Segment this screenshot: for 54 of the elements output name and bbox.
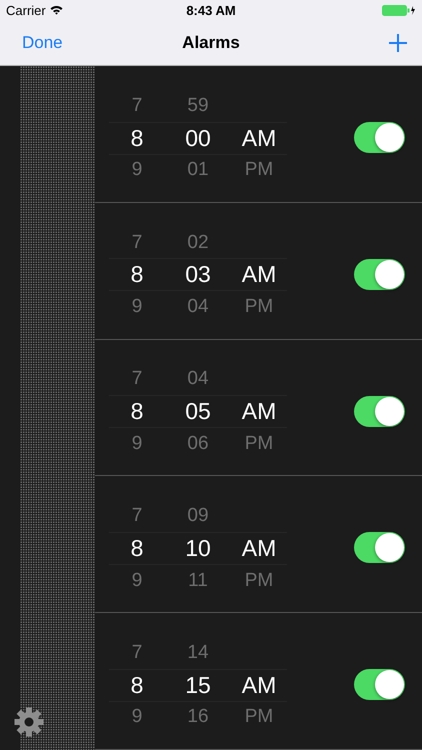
minute-value: 02 bbox=[186, 232, 210, 254]
settings-icon[interactable] bbox=[13, 706, 45, 738]
plus-icon bbox=[388, 32, 408, 52]
hour-value: 8 bbox=[130, 124, 144, 152]
battery-icon bbox=[382, 4, 416, 16]
period-value: PM bbox=[244, 159, 274, 182]
period-value: AM bbox=[240, 261, 278, 288]
nav-title: Alarms bbox=[182, 32, 240, 52]
period-value: AM bbox=[240, 124, 278, 152]
hour-value: 9 bbox=[130, 296, 144, 318]
minute-value: 04 bbox=[186, 368, 210, 390]
minute-value: 15 bbox=[184, 672, 212, 699]
clock-time: 8:43 AM bbox=[186, 2, 236, 18]
hour-value: 9 bbox=[130, 159, 144, 182]
alarm-toggle[interactable] bbox=[354, 396, 405, 427]
hour-value: 7 bbox=[130, 642, 144, 664]
minute-value: 09 bbox=[186, 505, 210, 528]
minute-value: 59 bbox=[186, 94, 210, 117]
add-button[interactable] bbox=[388, 32, 408, 52]
hour-value: 7 bbox=[130, 505, 144, 528]
period-value: AM bbox=[240, 534, 278, 562]
minute-value: 00 bbox=[184, 124, 212, 152]
alarm-toggle[interactable] bbox=[354, 669, 405, 700]
minute-value: 10 bbox=[184, 534, 212, 562]
minute-value: 01 bbox=[186, 159, 210, 182]
minute-value: 03 bbox=[184, 261, 212, 288]
hour-value: 7 bbox=[130, 232, 144, 254]
period-value: PM bbox=[244, 570, 274, 592]
hour-value: 9 bbox=[130, 706, 144, 728]
hour-value: 7 bbox=[130, 368, 144, 390]
period-value: PM bbox=[244, 432, 274, 455]
alarm-toggle[interactable] bbox=[354, 258, 405, 290]
minute-value: 06 bbox=[186, 432, 210, 455]
hour-value: 9 bbox=[130, 570, 144, 592]
hour-value: 8 bbox=[130, 534, 144, 562]
period-value: PM bbox=[244, 706, 274, 728]
period-value: PM bbox=[244, 296, 274, 318]
alarm-toggle[interactable] bbox=[354, 122, 405, 153]
hour-value: 8 bbox=[130, 261, 144, 288]
done-button[interactable]: Done bbox=[22, 32, 63, 52]
hour-value: 7 bbox=[130, 94, 144, 117]
hour-value: 8 bbox=[130, 398, 144, 426]
carrier-label: Carrier bbox=[6, 2, 46, 18]
period-value: AM bbox=[240, 398, 278, 426]
hour-value: 8 bbox=[130, 672, 144, 699]
minute-value: 05 bbox=[184, 398, 212, 426]
minute-value: 14 bbox=[186, 642, 210, 664]
wifi-icon bbox=[50, 5, 63, 15]
minute-value: 04 bbox=[186, 296, 210, 318]
minute-value: 16 bbox=[186, 706, 210, 728]
hour-value: 9 bbox=[130, 432, 144, 455]
alarm-toggle[interactable] bbox=[354, 532, 405, 564]
minute-value: 11 bbox=[187, 570, 209, 592]
period-value: AM bbox=[240, 672, 278, 699]
